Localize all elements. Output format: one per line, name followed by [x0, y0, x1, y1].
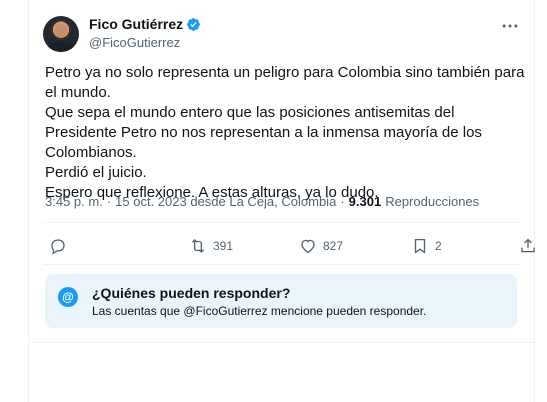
verified-badge-icon [187, 18, 201, 31]
views-count: 9.301 [348, 194, 382, 209]
more-options-icon[interactable] [500, 16, 520, 36]
tweet-meta: 3:45 p. m. · 15 oct. 2023 desde La Ceja,… [45, 194, 479, 209]
heart-icon [301, 239, 315, 254]
tweet-text: Petro ya no solo representa un peligro p… [45, 63, 525, 203]
tweet-line: Perdió el juicio. [45, 164, 147, 181]
bookmark-icon [414, 238, 426, 254]
divider [43, 222, 520, 223]
tweet-header: Fico Gutiérrez @FicoGutierrez [43, 14, 520, 54]
reply-button[interactable] [49, 230, 73, 262]
views-label: Reproducciones [385, 194, 480, 209]
avatar-face [55, 24, 67, 38]
divider [43, 264, 520, 265]
name-row: Fico Gutiérrez [89, 16, 201, 33]
avatar-shoulders [47, 42, 75, 52]
author-handle[interactable]: @FicoGutierrez [89, 35, 180, 51]
bookmark-count: 2 [435, 239, 442, 253]
retweet-count: 391 [213, 239, 234, 253]
bookmark-button[interactable]: 2 [411, 230, 442, 262]
reply-restriction-subtitle: Las cuentas que @FicoGutierrez mencione … [92, 304, 427, 318]
meta-separator: · [340, 194, 345, 209]
meta-separator: · [106, 194, 112, 209]
tweet-date-location: 15 oct. 2023 desde La Ceja, Colombia [115, 194, 337, 209]
divider [29, 342, 534, 343]
action-bar: 391 827 2 [43, 230, 535, 262]
avatar[interactable] [43, 16, 79, 52]
reply-restriction-notice: @ ¿Quiénes pueden responder? Las cuentas… [45, 274, 517, 328]
tweet-line: Que sepa el mundo entero que las posicio… [45, 104, 482, 161]
reply-icon [51, 239, 65, 255]
tweet-line: Petro ya no solo representa un peligro p… [45, 64, 525, 101]
share-button[interactable] [519, 230, 537, 262]
author-name[interactable]: Fico Gutiérrez [89, 16, 183, 33]
retweet-icon [191, 239, 205, 253]
reply-restriction-title: ¿Quiénes pueden responder? [92, 285, 291, 301]
tweet-card: Fico Gutiérrez @FicoGutierrez Petro ya n… [28, 0, 535, 402]
like-count: 827 [323, 239, 344, 253]
at-sign-icon: @ [58, 287, 78, 307]
like-button[interactable]: 827 [299, 230, 343, 262]
tweet-time[interactable]: 3:45 p. m. [45, 194, 103, 209]
retweet-button[interactable]: 391 [189, 230, 233, 262]
share-icon [521, 238, 535, 253]
